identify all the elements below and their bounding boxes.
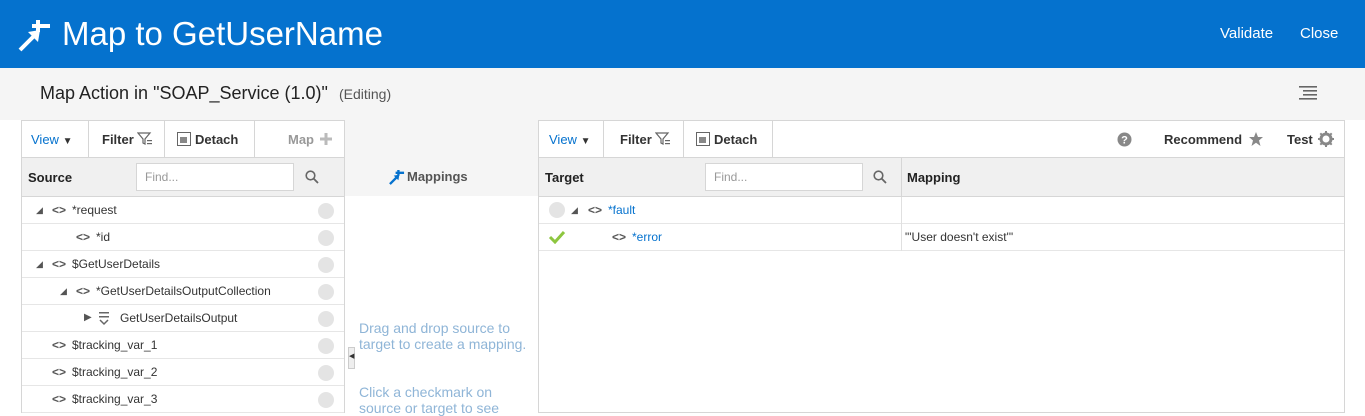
expanded-icon[interactable]: ◢: [571, 197, 578, 223]
target-panel: View ▼ Filter Detach ? Recommend Test Ta…: [538, 120, 1345, 413]
tree-row[interactable]: <> $tracking_var_2: [22, 359, 344, 386]
element-icon: <>: [52, 257, 67, 271]
expanded-icon[interactable]: ◢: [36, 197, 43, 223]
source-detach-button[interactable]: Detach: [177, 121, 238, 158]
title-bar: Map to GetUserName Validate Close: [0, 0, 1365, 68]
chevron-down-icon: ▼: [580, 136, 591, 147]
element-icon: <>: [52, 365, 67, 379]
chevron-left-icon: ◀: [349, 353, 355, 360]
status-dot[interactable]: [549, 202, 565, 218]
editing-status: (Editing): [339, 86, 392, 102]
filter-icon: [137, 132, 153, 145]
status-dot[interactable]: [318, 365, 334, 381]
svg-text:?: ?: [1121, 135, 1128, 147]
status-dot[interactable]: [318, 311, 334, 327]
status-dot[interactable]: [318, 230, 334, 246]
status-dot[interactable]: [318, 338, 334, 354]
mapper-icon: [389, 169, 405, 185]
chevron-down-icon: ▼: [62, 136, 73, 147]
map-action-title: Map Action in "SOAP_Service (1.0)": [40, 83, 328, 103]
gear-icon: [1318, 131, 1335, 147]
menu-icon[interactable]: [1299, 85, 1317, 101]
element-icon: <>: [76, 230, 91, 244]
element-icon: <>: [588, 203, 603, 217]
collection-icon: [99, 312, 109, 326]
recommend-button[interactable]: Recommend: [1164, 121, 1264, 158]
map-button[interactable]: Map: [288, 121, 334, 158]
plus-icon: [319, 133, 332, 145]
test-button[interactable]: Test: [1287, 121, 1335, 158]
source-panel: View ▼ Filter Detach Map Source Find... …: [21, 120, 345, 413]
element-icon: <>: [612, 230, 627, 244]
mappings-title: Mappings: [407, 169, 468, 184]
check-icon[interactable]: [548, 230, 566, 244]
expanded-icon[interactable]: ◢: [36, 251, 43, 277]
tree-row[interactable]: <> *id: [22, 224, 344, 251]
tree-row[interactable]: ▶ GetUserDetailsOutput: [22, 305, 344, 332]
element-icon: <>: [52, 338, 67, 352]
status-dot[interactable]: [318, 257, 334, 273]
element-icon: <>: [52, 203, 67, 217]
filter-icon: [655, 132, 671, 145]
status-dot[interactable]: [318, 392, 334, 408]
source-toolbar: View ▼ Filter Detach Map: [22, 121, 344, 158]
tree-row[interactable]: ◢ <> *fault: [539, 197, 1344, 224]
expanded-icon[interactable]: ◢: [60, 278, 67, 304]
mappings-body: Drag and drop source to target to create…: [345, 196, 538, 416]
mapping-column-label: Mapping: [907, 170, 961, 185]
target-view-menu[interactable]: View ▼: [549, 121, 590, 158]
star-icon: [1248, 132, 1263, 146]
target-column-header: Target Find... Mapping: [539, 158, 1344, 197]
mappings-panel: Mappings Drag and drop source to target …: [345, 120, 538, 416]
search-icon[interactable]: [873, 170, 887, 184]
target-column-label: Target: [545, 170, 584, 185]
detach-icon: [696, 132, 710, 146]
target-filter-button[interactable]: Filter: [620, 121, 671, 158]
collapsed-icon[interactable]: ▶: [84, 305, 92, 331]
mapping-expression[interactable]: "'User doesn't exist'": [905, 224, 1013, 250]
tree-row[interactable]: ◢ <> *request: [22, 197, 344, 224]
tree-row[interactable]: <> $tracking_var_3: [22, 386, 344, 413]
detach-icon: [177, 132, 191, 146]
mappings-header: Mappings: [345, 157, 538, 196]
element-icon: <>: [52, 392, 67, 406]
validate-button[interactable]: Validate: [1220, 25, 1273, 42]
tree-row[interactable]: ◢ <> $GetUserDetails: [22, 251, 344, 278]
source-filter-button[interactable]: Filter: [102, 121, 153, 158]
page-title: Map to GetUserName: [62, 15, 383, 52]
help-icon[interactable]: ?: [1117, 132, 1132, 147]
target-detach-button[interactable]: Detach: [696, 121, 757, 158]
checkmark-hint: Click a checkmark on source or target to…: [359, 384, 500, 416]
status-dot[interactable]: [318, 284, 334, 300]
target-find-input[interactable]: Find...: [705, 163, 863, 191]
tree-row[interactable]: ◢ <> *GetUserDetailsOutputCollection: [22, 278, 344, 305]
mapper-icon: [18, 20, 50, 52]
target-toolbar: View ▼ Filter Detach ? Recommend Test: [539, 121, 1344, 158]
status-dot[interactable]: [318, 203, 334, 219]
tree-row[interactable]: <> *error "'User doesn't exist'": [539, 224, 1344, 251]
collapse-handle[interactable]: ◀: [348, 347, 355, 369]
close-button[interactable]: Close: [1300, 25, 1338, 42]
search-icon[interactable]: [305, 170, 319, 184]
source-view-menu[interactable]: View ▼: [31, 121, 72, 158]
tree-row[interactable]: <> $tracking_var_1: [22, 332, 344, 359]
drag-drop-hint: Drag and drop source to target to create…: [359, 320, 527, 352]
source-column-label: Source: [28, 170, 73, 185]
source-column-header: Source Find...: [22, 158, 344, 197]
element-icon: <>: [76, 284, 91, 298]
sub-header: Map Action in "SOAP_Service (1.0)" (Edit…: [0, 68, 1365, 120]
source-find-input[interactable]: Find...: [136, 163, 294, 191]
